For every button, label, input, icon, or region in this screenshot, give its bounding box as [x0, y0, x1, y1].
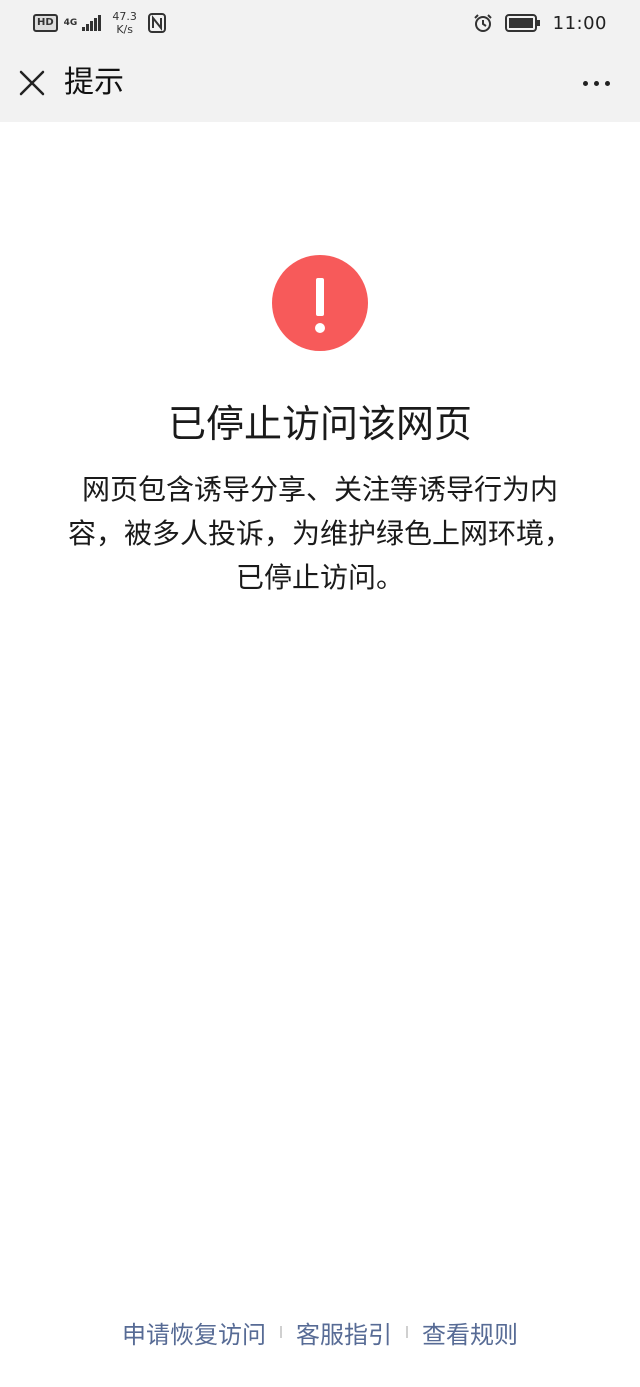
status-bar: HD 4G 47.3 K/s 11:00: [0, 0, 640, 44]
more-button[interactable]: [576, 71, 616, 95]
warning-icon: [272, 255, 368, 351]
battery-icon: [504, 14, 540, 32]
close-icon: [19, 70, 45, 96]
description: 网页包含诱导分享、关注等诱导行为内容，被多人投诉，为维护绿色上网环境，已停止访问…: [67, 473, 572, 594]
status-right: 11:00: [473, 9, 607, 37]
network-type: 4G: [63, 17, 78, 28]
nav-bar: 提示: [0, 44, 640, 122]
more-icon-dot: [604, 80, 610, 86]
warning-icon-dot: [315, 323, 325, 333]
more-icon-dot: [593, 80, 599, 86]
speed-unit: K/s: [116, 23, 133, 36]
nfc-icon: [147, 13, 166, 33]
support-guide-link[interactable]: 客服指引: [282, 1315, 406, 1350]
network-speed: 47.3 K/s: [108, 10, 142, 36]
status-left: HD 4G 47.3 K/s: [33, 8, 166, 38]
page-title: 提示: [64, 65, 124, 100]
headline: 已停止访问该网页: [167, 402, 472, 446]
signal-icon: [81, 15, 101, 31]
warning-icon-bar: [316, 278, 324, 316]
close-button[interactable]: [14, 65, 50, 101]
more-icon-dot: [582, 80, 588, 86]
footer-links: 申请恢复访问 客服指引 查看规则: [0, 1312, 640, 1352]
clock: 11:00: [552, 12, 607, 34]
apply-restore-link[interactable]: 申请恢复访问: [108, 1315, 280, 1350]
speed-value: 47.3: [112, 10, 137, 23]
view-rules-link[interactable]: 查看规则: [408, 1315, 532, 1350]
alarm-icon: [473, 14, 492, 32]
hd-badge: HD: [33, 14, 58, 32]
